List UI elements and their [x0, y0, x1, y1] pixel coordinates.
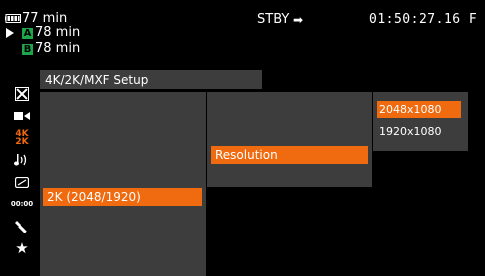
menu-item-resolution[interactable]: Resolution	[211, 146, 368, 164]
battery-remaining: 77 min	[22, 11, 68, 26]
star-icon[interactable]: ★	[8, 237, 36, 259]
menu-panel-level-1	[40, 92, 206, 276]
option-1920x1080[interactable]: 1920x1080	[379, 125, 442, 138]
arrow-right-icon: ➡	[293, 13, 304, 27]
4k-2k-icon[interactable]: 4K 2K	[8, 127, 36, 149]
display-icon[interactable]	[8, 171, 36, 193]
close-icon[interactable]	[8, 83, 36, 105]
audio-icon[interactable]	[8, 149, 36, 171]
timecode: 01:50:27.16 F	[369, 12, 478, 27]
timecode-icon[interactable]: 00:00	[8, 193, 36, 215]
slot-a-remaining: 78 min	[35, 25, 81, 40]
option-2048x1080[interactable]: 2048x1080	[377, 101, 461, 118]
slot-b-badge: B	[22, 44, 33, 55]
menu-panel-level-2	[207, 92, 372, 187]
wrench-icon[interactable]	[8, 215, 36, 237]
play-icon	[6, 28, 14, 38]
battery-icon	[5, 14, 21, 23]
2k-label: 2K	[15, 137, 29, 147]
slot-a-badge: A	[22, 28, 33, 39]
record-mode: STBY	[257, 12, 290, 27]
menu-item-2k-format[interactable]: 2K (2048/1920)	[43, 188, 202, 206]
camera-icon[interactable]	[8, 105, 36, 127]
slot-b-remaining: 78 min	[35, 41, 81, 56]
menu-title: 4K/2K/MXF Setup	[45, 73, 149, 87]
